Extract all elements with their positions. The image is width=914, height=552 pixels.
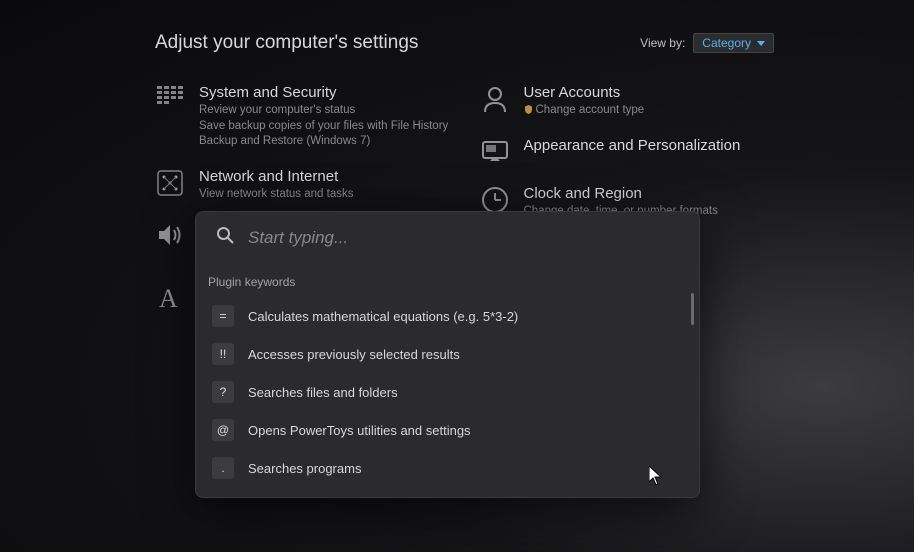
category-content: System and Security Review your computer… <box>199 84 450 150</box>
plugin-key: ? <box>212 381 234 403</box>
category-title: Appearance and Personalization <box>524 137 775 154</box>
search-icon <box>216 226 234 249</box>
search-row <box>196 212 699 263</box>
category-title: System and Security <box>199 84 450 101</box>
category-content: Appearance and Personalization <box>524 137 775 167</box>
view-by-selected: Category <box>702 36 751 50</box>
category-user-accounts[interactable]: User Accounts Change account type <box>480 84 775 119</box>
view-by-label: View by: <box>640 36 685 50</box>
plugin-desc: Searches files and folders <box>248 385 398 400</box>
category-content: Network and Internet View network status… <box>199 168 450 203</box>
view-by-group: View by: Category <box>640 33 774 53</box>
plugin-key: @ <box>212 419 234 441</box>
plugin-desc: Calculates mathematical equations (e.g. … <box>248 309 518 324</box>
powertoys-run-overlay: Plugin keywords = Calculates mathematica… <box>195 211 700 498</box>
category-system-security[interactable]: System and Security Review your computer… <box>155 84 450 150</box>
category-sub[interactable]: View network status and tasks <box>199 187 450 203</box>
category-sub-text: Change account type <box>536 104 645 116</box>
category-sub[interactable]: Save backup copies of your files with Fi… <box>199 119 450 135</box>
search-input[interactable] <box>248 228 679 248</box>
plugin-key: !! <box>212 343 234 365</box>
plugin-section-header: Plugin keywords <box>196 271 699 297</box>
category-network[interactable]: Network and Internet View network status… <box>155 168 450 203</box>
category-appearance[interactable]: Appearance and Personalization <box>480 137 775 167</box>
plugin-section: Plugin keywords = Calculates mathematica… <box>196 263 699 497</box>
plugin-key: . <box>212 457 234 479</box>
category-sub[interactable]: Change account type <box>524 103 775 119</box>
category-title: Network and Internet <box>199 168 450 185</box>
plugin-key: = <box>212 305 234 327</box>
plugin-row-programs[interactable]: . Searches programs <box>196 449 699 487</box>
font-icon: A <box>155 283 185 313</box>
category-content: User Accounts Change account type <box>524 84 775 119</box>
plugin-row-files[interactable]: ? Searches files and folders <box>196 373 699 411</box>
page-title: Adjust your computer's settings <box>155 32 418 54</box>
system-security-icon <box>155 84 185 114</box>
chevron-down-icon <box>757 41 765 46</box>
appearance-icon <box>480 137 510 167</box>
plugin-desc: Accesses previously selected results <box>248 347 460 362</box>
svg-text:A: A <box>159 284 178 313</box>
header-row: Adjust your computer's settings View by:… <box>155 32 774 54</box>
plugin-desc: Searches programs <box>248 461 361 476</box>
category-title: User Accounts <box>524 84 775 101</box>
category-sub[interactable]: Backup and Restore (Windows 7) <box>199 134 450 150</box>
plugin-row-calculator[interactable]: = Calculates mathematical equations (e.g… <box>196 297 699 335</box>
scrollbar-thumb[interactable] <box>691 293 694 325</box>
user-accounts-icon <box>480 84 510 114</box>
shield-icon <box>524 104 533 113</box>
plugin-desc: Opens PowerToys utilities and settings <box>248 423 471 438</box>
view-by-dropdown[interactable]: Category <box>693 33 774 53</box>
hardware-sound-icon <box>155 220 185 250</box>
category-sub[interactable]: Review your computer's status <box>199 103 450 119</box>
plugin-row-history[interactable]: !! Accesses previously selected results <box>196 335 699 373</box>
network-icon <box>155 168 185 198</box>
plugin-row-powertoys[interactable]: @ Opens PowerToys utilities and settings <box>196 411 699 449</box>
category-title: Clock and Region <box>524 185 775 202</box>
